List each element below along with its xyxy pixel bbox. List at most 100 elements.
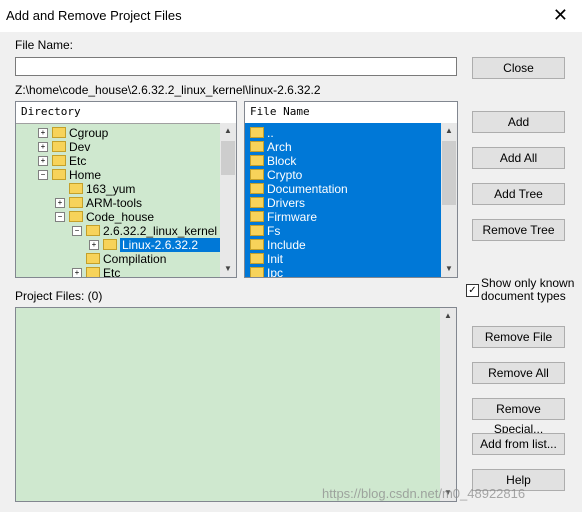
- directory-item-label: Cgroup: [69, 126, 109, 140]
- remove-all-button[interactable]: Remove All: [472, 362, 565, 384]
- add-button[interactable]: Add: [472, 111, 565, 133]
- folder-icon: [69, 197, 83, 209]
- expand-icon[interactable]: +: [38, 156, 48, 166]
- close-button[interactable]: Close: [472, 57, 565, 79]
- remove-special-button[interactable]: Remove Special...: [472, 398, 565, 436]
- directory-item[interactable]: − Home: [38, 168, 102, 182]
- expand-icon[interactable]: +: [89, 240, 99, 250]
- folder-icon: [250, 239, 264, 251]
- file-name-header: File Name: [245, 102, 457, 124]
- file-list-item-label: Drivers: [267, 196, 305, 210]
- file-list-item-label: Block: [267, 154, 297, 168]
- scroll-thumb[interactable]: [442, 141, 456, 205]
- directory-item-label: Linux-2.6.32.2: [120, 238, 221, 252]
- file-list-item[interactable]: Crypto: [250, 168, 302, 182]
- file-scrollbar[interactable]: ▲ ▼: [441, 123, 457, 277]
- watermark: https://blog.csdn.net/m0_48922816: [322, 486, 526, 501]
- scroll-up-icon[interactable]: ▲: [440, 308, 456, 324]
- directory-item-label: ARM-tools: [86, 196, 143, 210]
- scroll-up-icon[interactable]: ▲: [441, 123, 457, 139]
- folder-icon: [86, 253, 100, 265]
- folder-icon: [86, 225, 100, 237]
- add-from-list-button[interactable]: Add from list...: [472, 433, 565, 455]
- project-files-scrollbar[interactable]: ▲ ▼: [440, 308, 456, 501]
- file-list-item-label: Arch: [267, 140, 292, 154]
- directory-item-label: 2.6.32.2_linux_kernel: [103, 224, 218, 238]
- folder-icon: [52, 169, 66, 181]
- project-files-list[interactable]: ▲ ▼: [15, 307, 457, 502]
- directory-item[interactable]: 163_yum: [69, 182, 135, 196]
- file-list-item-label: Crypto: [267, 168, 303, 182]
- expand-icon[interactable]: +: [38, 128, 48, 138]
- file-list-item-label: Documentation: [267, 182, 348, 196]
- file-name-input[interactable]: [15, 57, 457, 76]
- folder-icon: [250, 253, 264, 265]
- file-list-item[interactable]: Drivers: [250, 196, 305, 210]
- directory-item[interactable]: Compilation: [86, 252, 166, 266]
- directory-item[interactable]: + Cgroup: [38, 126, 109, 140]
- folder-icon: [250, 155, 264, 167]
- file-list-item-label: Init: [267, 252, 284, 266]
- folder-icon: [52, 155, 66, 167]
- file-list-item[interactable]: Firmware: [250, 210, 317, 224]
- window-close-icon[interactable]: ✕: [553, 4, 568, 26]
- directory-item-label: Code_house: [86, 210, 155, 224]
- parent-folder-icon: [250, 127, 264, 139]
- collapse-icon[interactable]: −: [72, 226, 82, 236]
- file-list-item[interactable]: Arch: [250, 140, 292, 154]
- check-icon: ✓: [468, 285, 477, 296]
- scroll-up-icon[interactable]: ▲: [220, 123, 236, 139]
- file-list-item[interactable]: Fs: [250, 224, 280, 238]
- expand-icon[interactable]: +: [72, 268, 82, 277]
- folder-icon: [250, 169, 264, 181]
- directory-item[interactable]: − Code_house: [55, 210, 155, 224]
- directory-tree[interactable]: Directory + Cgroup + Dev + Etc − Home 163_yum + AR…: [15, 101, 237, 278]
- file-list-item-label: Include: [267, 238, 306, 252]
- directory-item[interactable]: + Linux-2.6.32.2: [89, 238, 221, 252]
- add-all-button[interactable]: Add All: [472, 147, 565, 169]
- file-list-item[interactable]: Documentation: [250, 182, 348, 196]
- folder-icon: [250, 183, 264, 195]
- folder-icon: [52, 127, 66, 139]
- directory-item[interactable]: − 2.6.32.2_linux_kernel: [72, 224, 218, 238]
- title-bar: Add and Remove Project Files ✕: [0, 0, 582, 32]
- directory-item-label: Etc: [69, 154, 87, 168]
- show-only-known-checkbox[interactable]: ✓: [466, 284, 479, 297]
- folder-icon: [69, 183, 83, 195]
- scroll-down-icon[interactable]: ▼: [220, 261, 236, 277]
- file-list-item[interactable]: Init: [250, 252, 283, 266]
- directory-scrollbar[interactable]: ▲ ▼: [220, 123, 236, 277]
- directory-item[interactable]: + Dev: [38, 140, 90, 154]
- file-list-item-label: Ipc: [267, 266, 284, 278]
- file-list-item[interactable]: Block: [250, 154, 296, 168]
- expand-icon[interactable]: +: [38, 142, 48, 152]
- folder-icon: [250, 225, 264, 237]
- directory-item-label: 163_yum: [86, 182, 136, 196]
- folder-icon: [69, 211, 83, 223]
- collapse-icon[interactable]: −: [38, 170, 48, 180]
- directory-item[interactable]: + Etc: [38, 154, 87, 168]
- directory-header: Directory: [16, 102, 236, 124]
- file-list-item[interactable]: Include: [250, 238, 306, 252]
- file-list-item[interactable]: ..: [250, 126, 274, 140]
- scroll-thumb[interactable]: [221, 141, 235, 175]
- scroll-down-icon[interactable]: ▼: [441, 261, 457, 277]
- window-title: Add and Remove Project Files: [6, 8, 182, 23]
- file-list-item-label: Fs: [267, 224, 281, 238]
- file-list[interactable]: File Name .. Arch Block Crypto Documentation…: [244, 101, 458, 278]
- directory-item[interactable]: + ARM-tools: [55, 196, 143, 210]
- file-list-item[interactable]: Ipc: [250, 266, 284, 278]
- project-files-label: Project Files: (0): [15, 289, 103, 303]
- show-only-known-label[interactable]: Show only known document types: [481, 277, 574, 303]
- collapse-icon[interactable]: −: [55, 212, 65, 222]
- expand-icon[interactable]: +: [55, 198, 65, 208]
- folder-icon: [86, 267, 100, 277]
- directory-item-label: Etc: [103, 266, 121, 278]
- file-list-item-label: Firmware: [267, 210, 317, 224]
- directory-item-label: Home: [69, 168, 102, 182]
- remove-tree-button[interactable]: Remove Tree: [472, 219, 565, 241]
- add-tree-button[interactable]: Add Tree: [472, 183, 565, 205]
- remove-file-button[interactable]: Remove File: [472, 326, 565, 348]
- directory-item[interactable]: + Etc: [72, 266, 121, 278]
- file-list-item-label: ..: [267, 126, 274, 140]
